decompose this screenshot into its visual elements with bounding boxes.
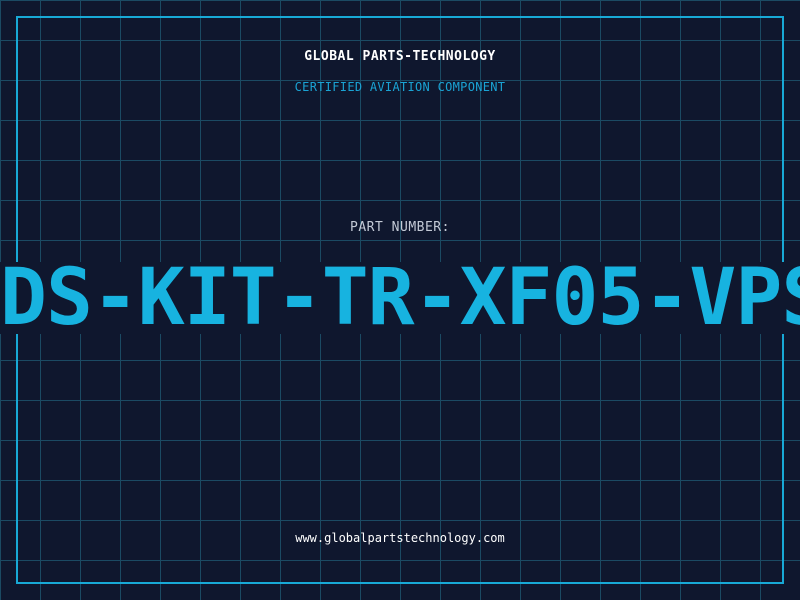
- part-number-value: DS-KIT-TR-XF05-VPS: [0, 262, 800, 334]
- part-number-label: PART NUMBER:: [350, 220, 450, 235]
- certification-subtitle: CERTIFIED AVIATION COMPONENT: [294, 80, 506, 94]
- company-name: GLOBAL PARTS-TECHNOLOGY: [304, 49, 496, 64]
- website-url: www.globalpartstechnology.com: [295, 531, 505, 545]
- part-number-band: DS-KIT-TR-XF05-VPS: [0, 262, 800, 334]
